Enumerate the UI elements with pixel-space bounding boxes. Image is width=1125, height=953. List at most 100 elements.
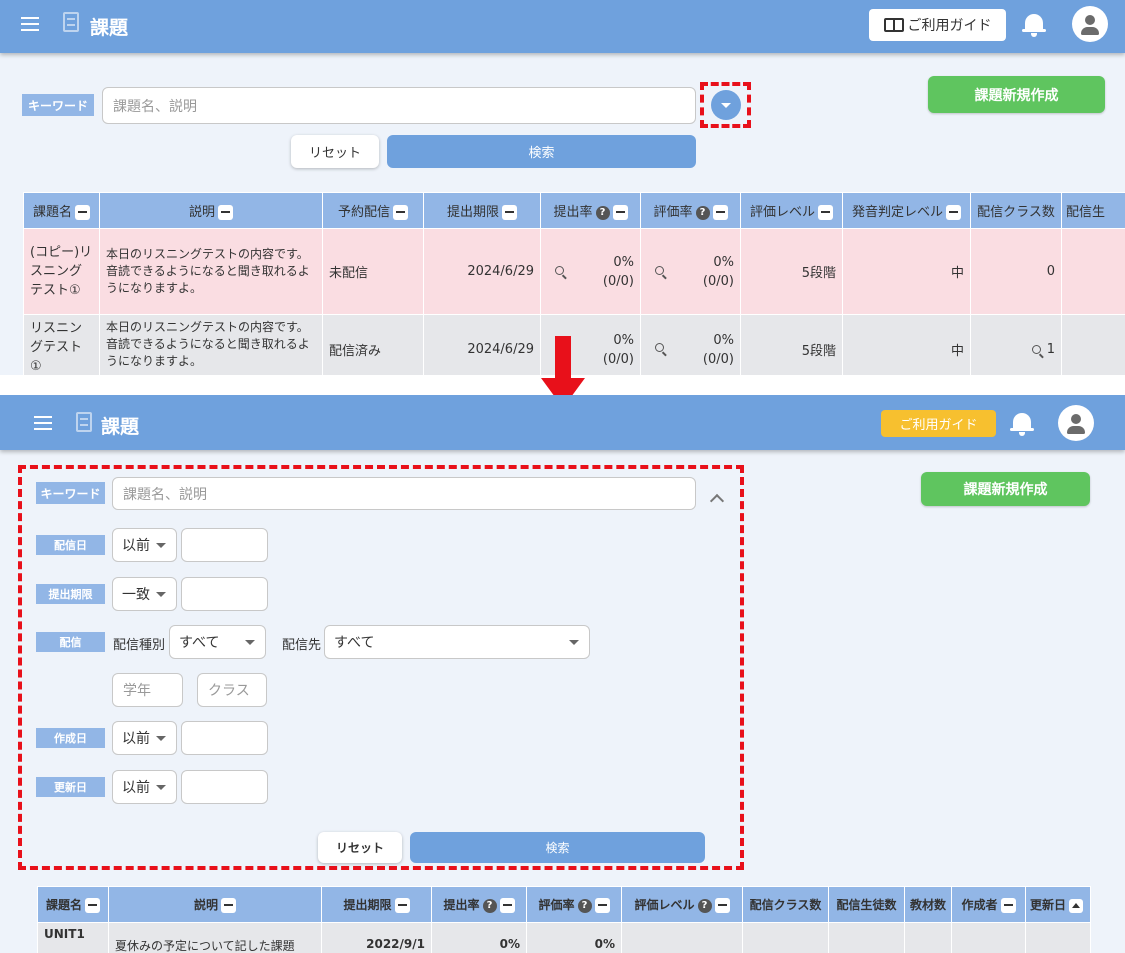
collapse-icon: [393, 205, 408, 220]
col-header[interactable]: 予約配信: [322, 192, 424, 229]
collapse-icon: [221, 898, 236, 913]
cell-updated: [1025, 922, 1091, 953]
cell-name[interactable]: UNIT1: [37, 922, 109, 953]
collapse-icon: [946, 205, 961, 220]
col-header[interactable]: 更新日: [1025, 886, 1091, 923]
deadline-op-select[interactable]: 一致: [112, 577, 177, 611]
col-header[interactable]: 説明: [108, 886, 322, 923]
col-header[interactable]: 評価レベル: [740, 192, 843, 229]
cell-pron: 中: [842, 314, 971, 375]
sort-ascending-icon: [1069, 898, 1084, 913]
after-screen: 課題 ご利用ガイド キーワード 課題名、説明 課題新規作成 配信日 以前 提出期…: [0, 395, 1125, 953]
cell-classes[interactable]: 1: [970, 314, 1062, 375]
delivery-type-select[interactable]: すべて: [169, 625, 266, 659]
cell-eval-rate[interactable]: 0% (0/0): [640, 314, 741, 375]
reset-button[interactable]: リセット: [318, 832, 402, 863]
col-header[interactable]: 配信クラス数: [970, 192, 1062, 229]
col-header[interactable]: 作成者: [951, 886, 1026, 923]
annotation-highlight: [18, 465, 744, 870]
menu-icon[interactable]: [21, 17, 39, 31]
cell-submit-rate[interactable]: 0% (0/0): [540, 228, 641, 315]
expand-filters-button[interactable]: [711, 90, 741, 120]
keyword-label: キーワード: [22, 94, 94, 116]
app-header: 課題 ご利用ガイド: [0, 395, 1125, 450]
new-assignment-button[interactable]: 課題新規作成: [928, 76, 1105, 113]
col-header[interactable]: 配信生徒数: [828, 886, 905, 923]
caret-down-icon: [156, 543, 166, 548]
grade-input[interactable]: 学年: [112, 673, 183, 707]
search-icon: [655, 343, 664, 352]
updated-date-op-select[interactable]: 以前: [112, 770, 177, 804]
collapse-icon: [394, 898, 410, 913]
collapse-icon: [594, 898, 610, 913]
keyword-input[interactable]: 課題名、説明: [112, 477, 696, 510]
new-assignment-button[interactable]: 課題新規作成: [921, 472, 1090, 506]
page-title: 課題: [90, 17, 129, 39]
col-header[interactable]: 課題名: [37, 886, 109, 923]
cell-deadline: 2024/6/29: [423, 228, 541, 315]
created-date-input[interactable]: [181, 721, 268, 755]
col-header[interactable]: 配信クラス数: [742, 886, 829, 923]
bell-icon[interactable]: [1022, 12, 1046, 38]
table-row[interactable]: UNIT1 夏休みの予定について記した課題 2022/9/1 0% 0%: [37, 922, 1091, 953]
delivery-type-label: 配信種別: [113, 638, 166, 653]
deadline-label: 提出期限: [36, 584, 105, 604]
chevron-down-icon: [721, 103, 731, 108]
cell-deadline: 2024/6/29: [423, 314, 541, 375]
class-input[interactable]: クラス: [197, 673, 267, 707]
cell-deadline: 2022/9/1: [321, 922, 432, 953]
cell-eval-rate[interactable]: 0% (0/0): [640, 228, 741, 315]
col-header[interactable]: 発音判定レベル: [842, 192, 971, 229]
search-button[interactable]: 検索: [387, 135, 696, 168]
cell-name[interactable]: (コピー)リスニングテスト①: [23, 228, 100, 315]
col-header[interactable]: 配信生: [1061, 192, 1125, 229]
before-screen: 課題 ご利用ガイド キーワード 課題名、説明 課題新規作成 リセット 検索 課題…: [0, 0, 1125, 375]
col-header[interactable]: 提出率?: [431, 886, 527, 923]
col-header[interactable]: 提出率?: [540, 192, 641, 229]
created-date-op-select[interactable]: 以前: [112, 721, 177, 755]
updated-date-label: 更新日: [36, 777, 105, 797]
guide-button[interactable]: ご利用ガイド: [881, 410, 996, 437]
col-header[interactable]: 評価率?: [640, 192, 741, 229]
search-icon: [1031, 345, 1041, 354]
caret-down-icon: [156, 736, 166, 741]
collapse-icon: [75, 205, 90, 220]
col-header[interactable]: 評価レベル?: [621, 886, 743, 923]
bell-icon[interactable]: [1010, 411, 1034, 437]
assignments-table: 課題名 説明 提出期限 提出率? 評価率? 評価レベル? 配信クラス数 配信生徒…: [37, 886, 1091, 953]
col-header[interactable]: 評価率?: [526, 886, 622, 923]
delivery-date-op-select[interactable]: 以前: [112, 528, 177, 562]
col-header[interactable]: 提出期限: [423, 192, 541, 229]
col-header[interactable]: 教材数: [904, 886, 952, 923]
table-row[interactable]: (コピー)リスニングテスト① 本日のリスニングテストの内容です。音読できるように…: [23, 228, 1125, 315]
cell-students: [1061, 228, 1125, 315]
collapse-icon: [714, 898, 730, 913]
cell-materials: [904, 922, 952, 953]
col-header[interactable]: 提出期限: [321, 886, 432, 923]
delivery-target-label: 配信先: [282, 638, 322, 653]
delivery-label: 配信: [36, 632, 105, 652]
cell-desc: 夏休みの予定について記した課題: [108, 922, 322, 953]
user-avatar-icon[interactable]: [1072, 6, 1108, 42]
keyword-input[interactable]: 課題名、説明: [102, 87, 696, 124]
cell-name[interactable]: リスニングテスト①: [23, 314, 100, 375]
col-header[interactable]: 説明: [99, 192, 323, 229]
search-button[interactable]: 検索: [410, 832, 705, 863]
user-avatar-icon[interactable]: [1058, 405, 1094, 441]
caret-down-icon: [245, 640, 255, 645]
page-title: 課題: [101, 416, 140, 438]
guide-button[interactable]: ご利用ガイド: [869, 9, 1006, 41]
updated-date-input[interactable]: [181, 770, 268, 804]
caret-down-icon: [569, 640, 579, 645]
reset-button[interactable]: リセット: [291, 135, 379, 168]
deadline-input[interactable]: [181, 577, 268, 611]
menu-icon[interactable]: [34, 416, 52, 430]
cell-classes: [742, 922, 829, 953]
delivery-date-input[interactable]: [181, 528, 268, 562]
delivery-target-select[interactable]: すべて: [324, 625, 590, 659]
table-header-row: 課題名 説明 予約配信 提出期限 提出率? 評価率? 評価レベル 発音判定レベル…: [23, 192, 1125, 229]
caret-down-icon: [156, 592, 166, 597]
cell-submit-rate[interactable]: 0%: [431, 922, 527, 953]
col-header[interactable]: 課題名: [23, 192, 100, 229]
cell-eval-rate[interactable]: 0%: [526, 922, 622, 953]
